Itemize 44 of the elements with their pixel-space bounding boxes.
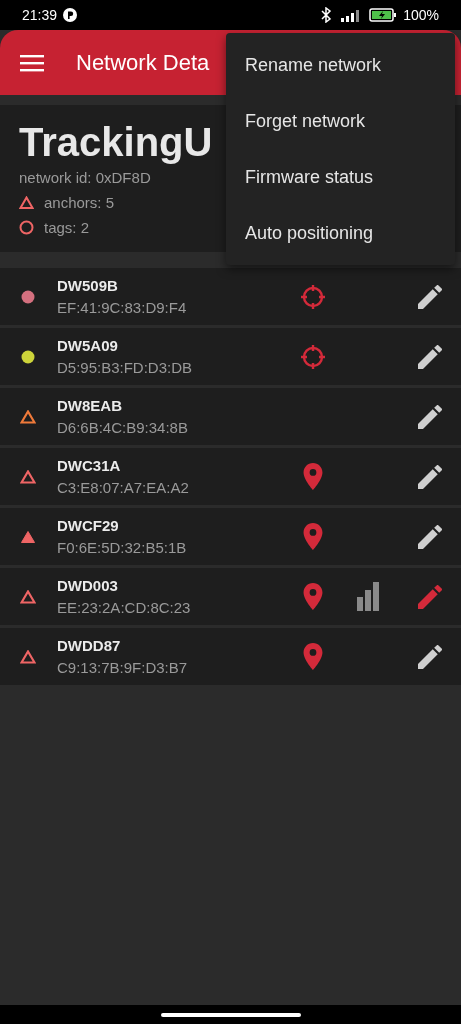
device-name: DWDD87 — [57, 637, 122, 654]
triangle-icon — [19, 196, 34, 209]
device-address: EF:41:9C:83:D9:F4 — [57, 299, 188, 316]
device-address: C3:E8:07:A7:EA:A2 — [57, 479, 190, 496]
menu-item[interactable]: Auto positioning — [226, 205, 455, 261]
battery-icon — [369, 8, 398, 22]
location-pin-icon[interactable] — [303, 643, 323, 670]
network-name: TrackingU — [19, 119, 213, 165]
menu-item[interactable]: Forget network — [226, 93, 455, 149]
crosshair-icon[interactable] — [299, 282, 327, 311]
clock: 21:39 — [22, 7, 58, 23]
anchor-count: anchors: 5 — [44, 194, 115, 211]
battery-level: 100% — [403, 7, 439, 23]
notification-icon — [63, 8, 78, 22]
menu-item[interactable]: Rename network — [226, 37, 455, 93]
device-address: D5:95:B3:FD:D3:DB — [57, 359, 194, 376]
screen-title: Network Deta — [76, 49, 210, 76]
device-name: DWD003 — [57, 577, 119, 594]
menu-item[interactable]: Firmware status — [226, 149, 455, 205]
edit-icon[interactable] — [418, 524, 442, 549]
device-name: DW509B — [57, 277, 119, 294]
home-indicator[interactable] — [160, 1012, 301, 1017]
edit-icon[interactable] — [418, 284, 442, 309]
edit-icon[interactable] — [418, 344, 442, 369]
menu-icon[interactable] — [20, 53, 44, 72]
location-pin-icon[interactable] — [303, 463, 323, 490]
device-address: D6:6B:4C:B9:34:8B — [57, 419, 189, 436]
device-name: DW5A09 — [57, 337, 119, 354]
device-name: DWC31A — [57, 457, 122, 474]
bluetooth-icon — [319, 7, 334, 23]
circle-icon — [19, 220, 34, 235]
device-name: DWCF29 — [57, 517, 120, 534]
network-id: network id: 0xDF8D — [19, 169, 151, 186]
location-pin-icon[interactable] — [303, 523, 323, 550]
edit-icon[interactable] — [418, 404, 442, 429]
device-address: EE:23:2A:CD:8C:23 — [57, 599, 192, 616]
location-pin-icon[interactable] — [303, 583, 323, 610]
device-name: DW8EAB — [57, 397, 123, 414]
tag-count: tags: 2 — [44, 219, 90, 236]
crosshair-icon[interactable] — [299, 342, 327, 371]
device-address: C9:13:7B:9F:D3:B7 — [57, 659, 189, 676]
edit-icon[interactable] — [418, 464, 442, 489]
device-address: F0:6E:5D:32:B5:1B — [57, 539, 188, 556]
edit-icon[interactable] — [418, 644, 442, 669]
